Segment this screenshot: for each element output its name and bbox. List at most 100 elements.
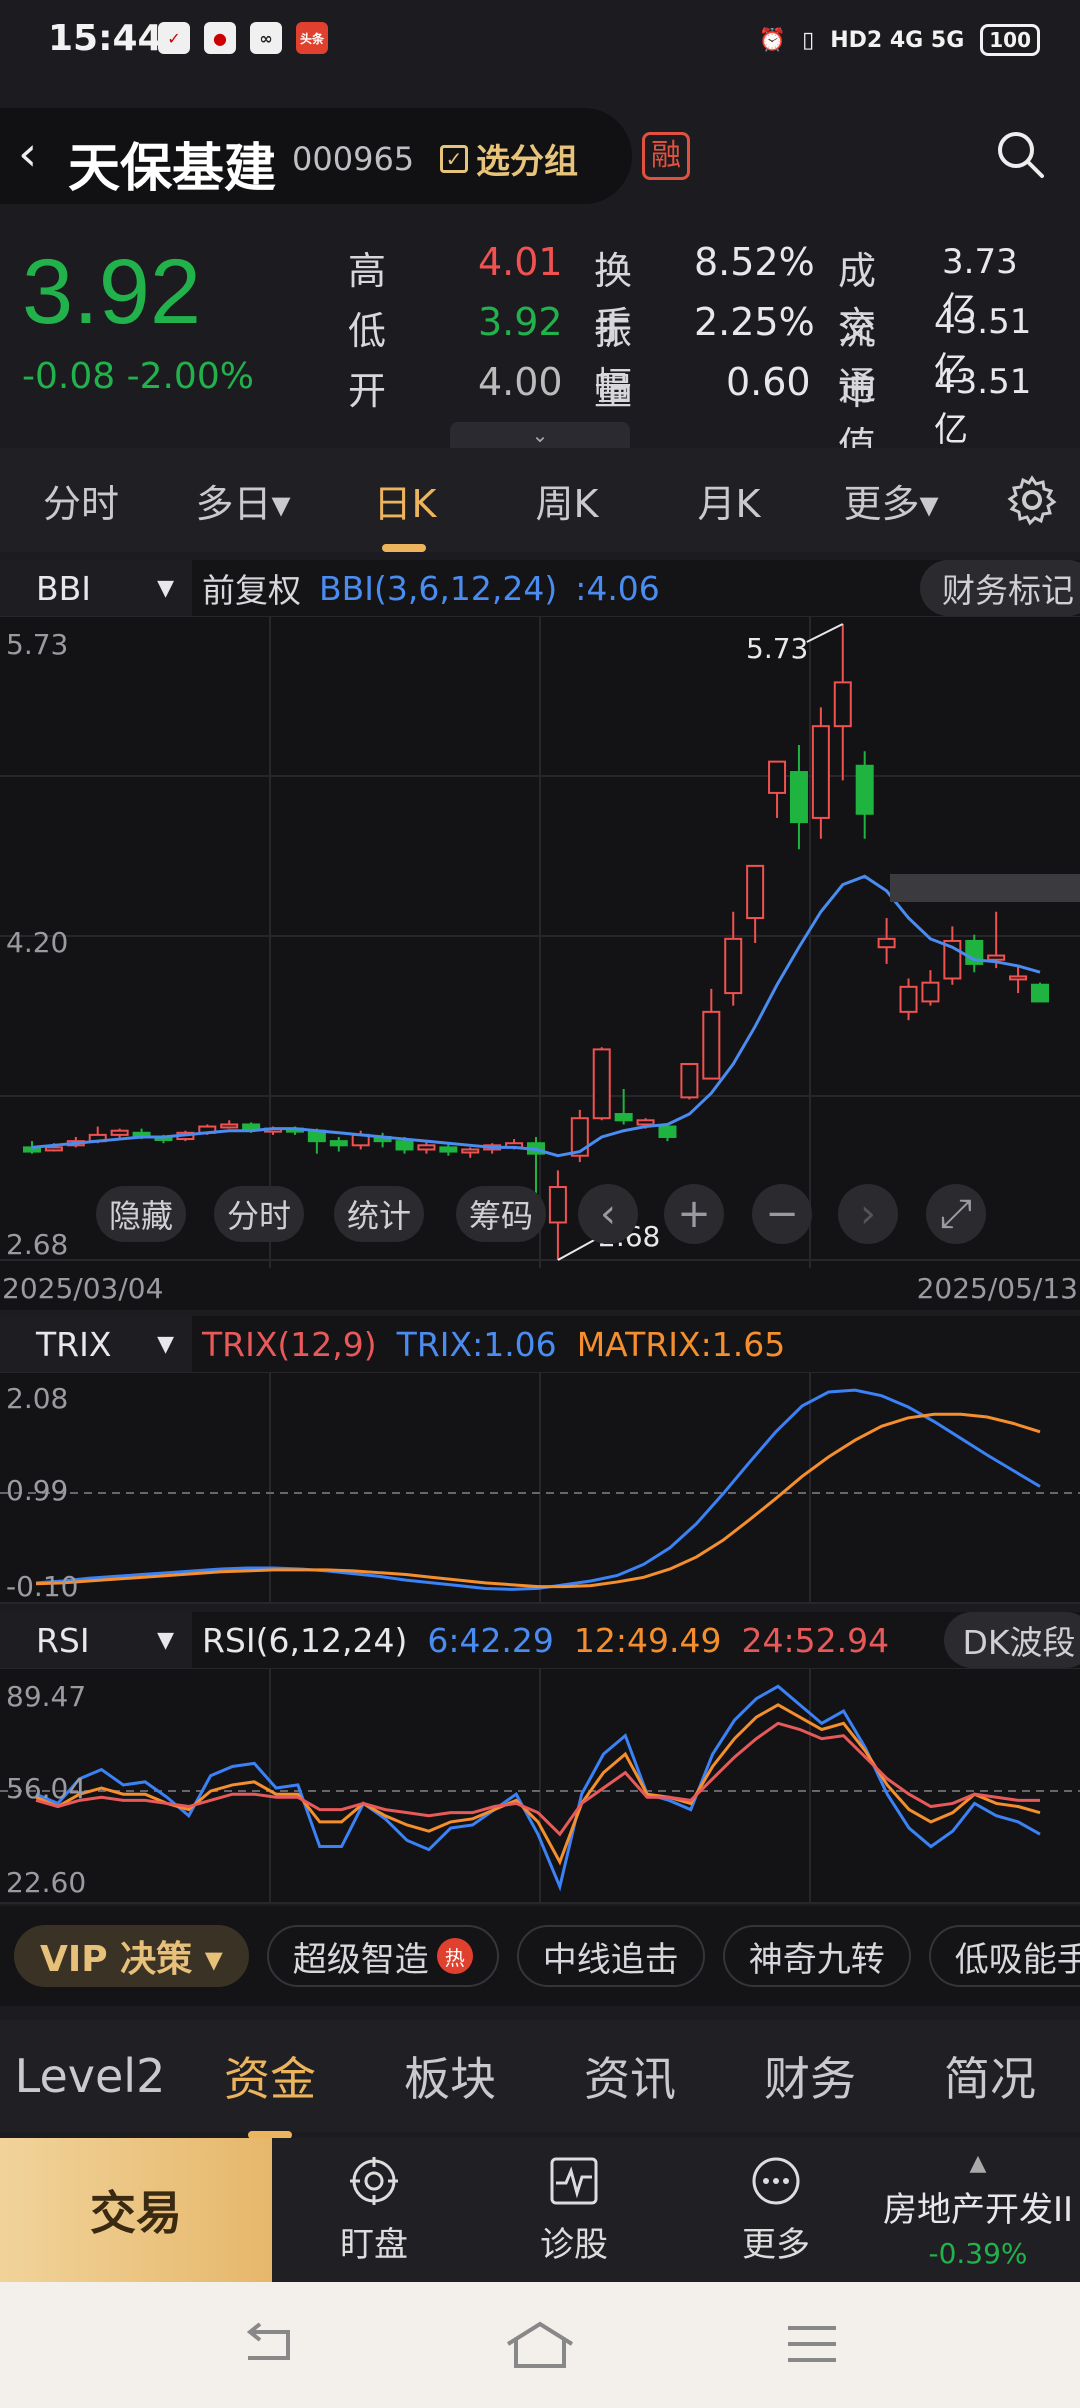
dk-band-button[interactable]: DK波段 (944, 1612, 1080, 1668)
candle-body (833, 681, 852, 728)
news-icon: 头条 (296, 22, 328, 54)
hide-button[interactable]: 隐藏 (96, 1186, 186, 1242)
stats-button[interactable]: 统计 (334, 1186, 424, 1242)
sector-name: 房地产开发II (882, 2189, 1074, 2230)
candle-body (877, 937, 896, 949)
kline-chart[interactable] (0, 615, 1080, 1268)
main-indicator-select[interactable]: BBI ▼ (0, 560, 192, 616)
high-value: 4.01 (478, 240, 563, 284)
vibrate-icon: ▯ (802, 27, 815, 53)
strategy-chip[interactable]: 低吸能手 (928, 1925, 1080, 1987)
action-bar: 交易 盯盘 诊股 更多 ▲ 房地产开发II -0.39% (0, 2138, 1080, 2282)
tab-funds[interactable]: 资金 (180, 2043, 360, 2139)
back-icon[interactable]: ‹ (18, 130, 37, 178)
intraday-overlay-button[interactable]: 分时 (214, 1186, 304, 1242)
trade-button[interactable]: 交易 (0, 2138, 272, 2282)
tab-more[interactable]: 更多▾ (810, 473, 972, 528)
watch-label: 盯盘 (340, 2224, 408, 2265)
alarm-icon: ⏰ (758, 27, 787, 53)
more-button[interactable]: 更多 (676, 2138, 876, 2282)
more-label: 更多 (742, 2224, 810, 2265)
zoom-out-icon[interactable]: − (752, 1184, 812, 1244)
trix-select[interactable]: TRIX ▼ (0, 1316, 192, 1372)
trix-chart[interactable] (0, 1371, 1080, 1604)
series-line-trix (35, 1388, 1041, 1591)
crosshair-icon (350, 2156, 398, 2205)
status-time: 15:44 (48, 18, 163, 59)
price-change: -0.08 -2.00% (22, 356, 254, 397)
strategy-chip[interactable]: 神奇九转 (722, 1925, 911, 1987)
strategy-chip[interactable]: 中线追击 (516, 1925, 705, 1987)
adjust-mode[interactable]: 前复权 (202, 564, 301, 612)
vip-decision-button[interactable]: VIP 决策 ▾ (14, 1925, 249, 1987)
search-icon[interactable] (994, 128, 1046, 180)
watch-button[interactable]: 盯盘 (274, 2138, 474, 2282)
bbi-params: BBI(3,6,12,24) (319, 568, 558, 608)
home-nav-icon[interactable] (504, 2320, 576, 2370)
candle-body (702, 1010, 721, 1080)
select-group-button[interactable]: ✓ 选分组 (440, 134, 578, 183)
candle-body (220, 1123, 239, 1129)
tab-level2[interactable]: Level2 (0, 2049, 180, 2103)
candle-body (855, 764, 874, 815)
chevron-right-icon[interactable]: › (838, 1184, 898, 1244)
high-label: 高 (348, 249, 387, 293)
trix-params: TRIX(12,9) (202, 1324, 377, 1364)
candle-body (899, 985, 918, 1013)
rsi-chart[interactable] (0, 1667, 1080, 1904)
y-axis-mid: 4.20 (6, 926, 69, 959)
back-nav-icon[interactable] (238, 2322, 298, 2366)
caret-up-icon: ▲ (969, 2150, 987, 2176)
map-pin-icon: ● (204, 22, 236, 54)
trix-y-top: 2.08 (6, 1382, 69, 1415)
trix-y-low: -0.10 (6, 1570, 79, 1603)
tab-multiday[interactable]: 多日▾ (162, 473, 324, 528)
strategy-chip[interactable]: 超级智造 热 (266, 1925, 499, 1987)
margin-badge[interactable]: 融 (642, 132, 690, 180)
series-line-12 (35, 1703, 1041, 1866)
trix-name: TRIX (36, 1324, 112, 1364)
date-end: 2025/05/13 (916, 1272, 1078, 1305)
task-icon: ✓ (158, 22, 190, 54)
chevron-left-icon[interactable]: ‹ (578, 1184, 638, 1244)
trix-value: TRIX:1.06 (396, 1324, 557, 1364)
chips-button[interactable]: 筹码 (456, 1186, 546, 1242)
stock-name: 天保基建 (68, 139, 277, 199)
candle-body (395, 1140, 414, 1151)
status-bar: 15:44 ✓ ● ∞ 头条 ⏰ ▯ HD2 4G 5G 100 (0, 0, 1080, 84)
gear-icon[interactable] (1006, 474, 1058, 526)
tab-monthly-k[interactable]: 月K (648, 473, 810, 528)
matrix-value: MATRIX:1.65 (576, 1324, 786, 1364)
tab-daily-k[interactable]: 日K (324, 473, 486, 552)
rsi-select[interactable]: RSI ▼ (0, 1612, 192, 1668)
collapse-handle[interactable]: ⌄ (450, 422, 630, 448)
finance-mark-button[interactable]: 财务标记 (920, 560, 1080, 616)
candle-body (417, 1144, 436, 1151)
tab-weekly-k[interactable]: 周K (486, 473, 648, 528)
hot-badge: 热 (436, 1938, 473, 1974)
candle-body (614, 1113, 633, 1122)
market-cap-value: 43.51亿 (934, 362, 1032, 450)
turnover-value: 8.52% (694, 240, 815, 284)
diagnose-button[interactable]: 诊股 (474, 2138, 674, 2282)
tab-intraday[interactable]: 分时 (0, 473, 162, 528)
tab-finance[interactable]: 财务 (720, 2043, 900, 2109)
finance-mark-strip[interactable] (890, 874, 1080, 902)
rsi24-value: 24:52.94 (741, 1620, 890, 1660)
tab-sector[interactable]: 板块 (360, 2043, 540, 2109)
candle-body (132, 1131, 151, 1137)
trix-chart-area[interactable]: 2.08 0.99 -0.10 (0, 1371, 1080, 1604)
trix-indicator-bar: TRIX ▼ TRIX(12,9) TRIX:1.06 MATRIX:1.65 (0, 1316, 1080, 1372)
candle-body (592, 1048, 611, 1120)
rsi-chart-area[interactable]: 89.47 56.04 22.60 (0, 1667, 1080, 1904)
tab-profile[interactable]: 简况 (900, 2043, 1080, 2109)
kline-chart-area[interactable]: 5.73 4.20 2.68 5.73 2.68 隐藏 分时 统计 筹码 ‹ +… (0, 615, 1080, 1268)
menu-nav-icon[interactable] (784, 2322, 840, 2366)
sector-quote[interactable]: ▲ 房地产开发II -0.39% (876, 2138, 1080, 2282)
candle-body (1009, 975, 1028, 981)
tab-news[interactable]: 资讯 (540, 2043, 720, 2109)
fullscreen-icon[interactable]: ⤢ (926, 1184, 986, 1244)
zoom-in-icon[interactable]: + (664, 1184, 724, 1244)
rsi-params: RSI(6,12,24) (202, 1620, 408, 1660)
checkbox-icon: ✓ (440, 144, 468, 173)
